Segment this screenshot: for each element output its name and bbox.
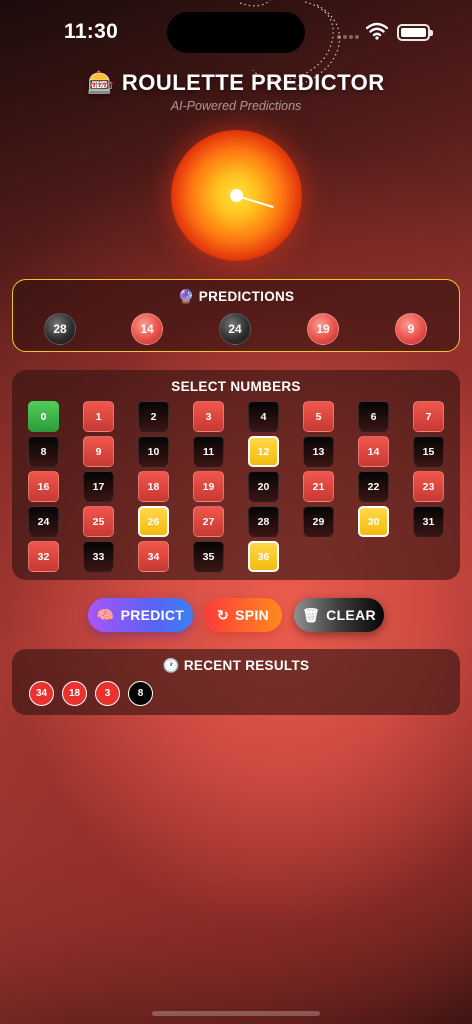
predictions-title: 🔮 PREDICTIONS — [177, 289, 295, 304]
number-cell-33[interactable]: 33 — [83, 541, 114, 572]
number-cell-8[interactable]: 8 — [28, 436, 59, 467]
clear-button-label: CLEAR — [326, 607, 376, 623]
number-cell-4[interactable]: 4 — [248, 401, 279, 432]
number-cell-1[interactable]: 1 — [83, 401, 114, 432]
number-cell-13[interactable]: 13 — [303, 436, 334, 467]
recent-result-ball: 34 — [29, 681, 54, 706]
prediction-ball: 9 — [395, 313, 427, 345]
wheel-hub-icon — [230, 189, 243, 202]
recent-result-ball: 8 — [128, 681, 153, 706]
wifi-icon — [366, 22, 388, 40]
recent-result-ball: 3 — [95, 681, 120, 706]
cellular-signal-icon — [337, 33, 359, 39]
prediction-ball: 24 — [219, 313, 251, 345]
predict-button[interactable]: 🧠 PREDICT — [88, 598, 193, 632]
trash-icon: 🗑 — [302, 607, 321, 623]
number-cell-12[interactable]: 12 — [248, 436, 279, 467]
number-cell-2[interactable]: 2 — [138, 401, 169, 432]
number-cell-29[interactable]: 29 — [303, 506, 334, 537]
number-cell-36[interactable]: 36 — [248, 541, 279, 572]
number-cell-7[interactable]: 7 — [413, 401, 444, 432]
prediction-ball: 28 — [44, 313, 76, 345]
app-title: 🎰 ROULETTE PREDICTOR — [87, 70, 385, 95]
number-cell-20[interactable]: 20 — [248, 471, 279, 502]
refresh-icon: ↻ — [217, 607, 230, 623]
number-cell-30[interactable]: 30 — [358, 506, 389, 537]
number-cell-27[interactable]: 27 — [193, 506, 224, 537]
predict-button-label: PREDICT — [120, 607, 185, 623]
status-bar: 11:30 — [0, 0, 472, 87]
number-cell-9[interactable]: 9 — [83, 436, 114, 467]
clear-button[interactable]: 🗑 CLEAR — [294, 598, 384, 632]
number-cell-31[interactable]: 31 — [413, 506, 444, 537]
number-cell-18[interactable]: 18 — [138, 471, 169, 502]
number-cell-19[interactable]: 19 — [193, 471, 224, 502]
number-cell-0[interactable]: 0 — [28, 401, 59, 432]
number-cell-26[interactable]: 26 — [138, 506, 169, 537]
number-cell-22[interactable]: 22 — [358, 471, 389, 502]
roulette-wheel — [171, 130, 302, 261]
recent-results-title: 🕐 RECENT RESULTS — [162, 658, 310, 673]
select-numbers-panel: SELECT NUMBERS 0 1 2 3 4 5 6 7 8 9 10 11 12 13 14 15 16 1… — [12, 370, 460, 580]
number-cell-21[interactable]: 21 — [303, 471, 334, 502]
battery-icon — [397, 24, 433, 41]
recent-result-ball: 18 — [62, 681, 87, 706]
number-cell-28[interactable]: 28 — [248, 506, 279, 537]
number-cell-3[interactable]: 3 — [193, 401, 224, 432]
number-cell-17[interactable]: 17 — [83, 471, 114, 502]
number-cell-35[interactable]: 35 — [193, 541, 224, 572]
spin-button-label: SPIN — [235, 607, 269, 623]
number-cell-25[interactable]: 25 — [83, 506, 114, 537]
number-cell-11[interactable]: 11 — [193, 436, 224, 467]
spin-button[interactable]: ↻ SPIN — [204, 598, 282, 632]
header: 🎰 ROULETTE PREDICTOR — [0, 70, 472, 96]
number-cell-24[interactable]: 24 — [28, 506, 59, 537]
status-time: 11:30 — [64, 20, 119, 43]
prediction-ball: 19 — [307, 313, 339, 345]
number-cell-16[interactable]: 16 — [28, 471, 59, 502]
number-cell-32[interactable]: 32 — [28, 541, 59, 572]
number-cell-14[interactable]: 14 — [358, 436, 389, 467]
number-cell-34[interactable]: 34 — [138, 541, 169, 572]
number-cell-10[interactable]: 10 — [138, 436, 169, 467]
prediction-ball: 14 — [131, 313, 163, 345]
number-cell-5[interactable]: 5 — [303, 401, 334, 432]
brain-icon: 🧠 — [96, 607, 115, 623]
number-cell-15[interactable]: 15 — [413, 436, 444, 467]
number-cell-6[interactable]: 6 — [358, 401, 389, 432]
home-indicator — [152, 1011, 320, 1016]
number-cell-23[interactable]: 23 — [413, 471, 444, 502]
select-numbers-title: SELECT NUMBERS — [171, 379, 301, 394]
predictions-panel: 🔮 PREDICTIONS 28 14 24 19 9 — [12, 279, 460, 352]
app-subtitle: AI-Powered Predictions — [170, 99, 302, 113]
